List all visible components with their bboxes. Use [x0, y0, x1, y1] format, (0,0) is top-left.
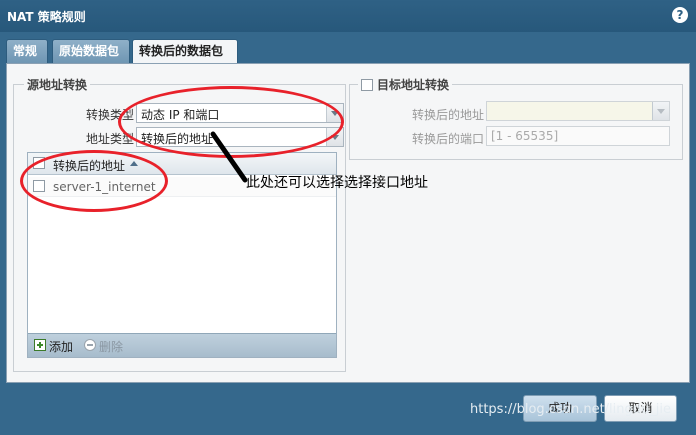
translated-port-input[interactable]: [1 - 65535] — [486, 126, 670, 146]
destination-translation-checkbox[interactable] — [361, 79, 373, 91]
annotation-note: 此处还可以选择选择接口地址 — [246, 175, 428, 191]
annotation-ellipse-grid — [20, 150, 168, 212]
destination-translation-legend-text: 目标地址转换 — [377, 78, 450, 92]
tab-translated-packet[interactable]: 转换后的数据包 — [132, 39, 238, 64]
destination-translation-group: 目标地址转换 转换后的地址 转换后的端口 [1 - 65535] — [349, 76, 683, 160]
translated-address-label: 转换后的地址 — [411, 108, 484, 122]
nat-policy-dialog: NAT 策略规则 ? 常规 原始数据包 转换后的数据包 源地址转换 转换类型 动… — [0, 0, 696, 435]
tab-original-packet[interactable]: 原始数据包 — [52, 39, 130, 63]
title-bar: NAT 策略规则 ? — [0, 0, 696, 32]
delete-icon — [84, 339, 96, 351]
add-label: 添加 — [49, 340, 74, 354]
translated-address-select[interactable] — [486, 101, 670, 121]
chevron-down-icon[interactable] — [652, 102, 669, 120]
destination-translation-legend: 目标地址转换 — [358, 76, 453, 93]
add-icon — [34, 339, 46, 351]
grid-toolbar: 添加 删除 — [28, 333, 336, 357]
tab-content-panel: 源地址转换 转换类型 动态 IP 和端口 地址类型 转换后的地址 转换后的地址 … — [6, 63, 690, 383]
delete-label: 删除 — [99, 340, 124, 354]
dialog-title: NAT 策略规则 — [7, 10, 86, 24]
translated-port-label: 转换后的端口 — [411, 132, 484, 146]
watermark: https://blog.csdn.net/lingdu_jie — [470, 402, 671, 417]
source-translation-legend: 源地址转换 — [24, 76, 91, 93]
tab-general[interactable]: 常规 — [6, 39, 48, 63]
translated-port-placeholder: [1 - 65535] — [491, 129, 559, 143]
help-icon[interactable]: ? — [672, 7, 688, 23]
